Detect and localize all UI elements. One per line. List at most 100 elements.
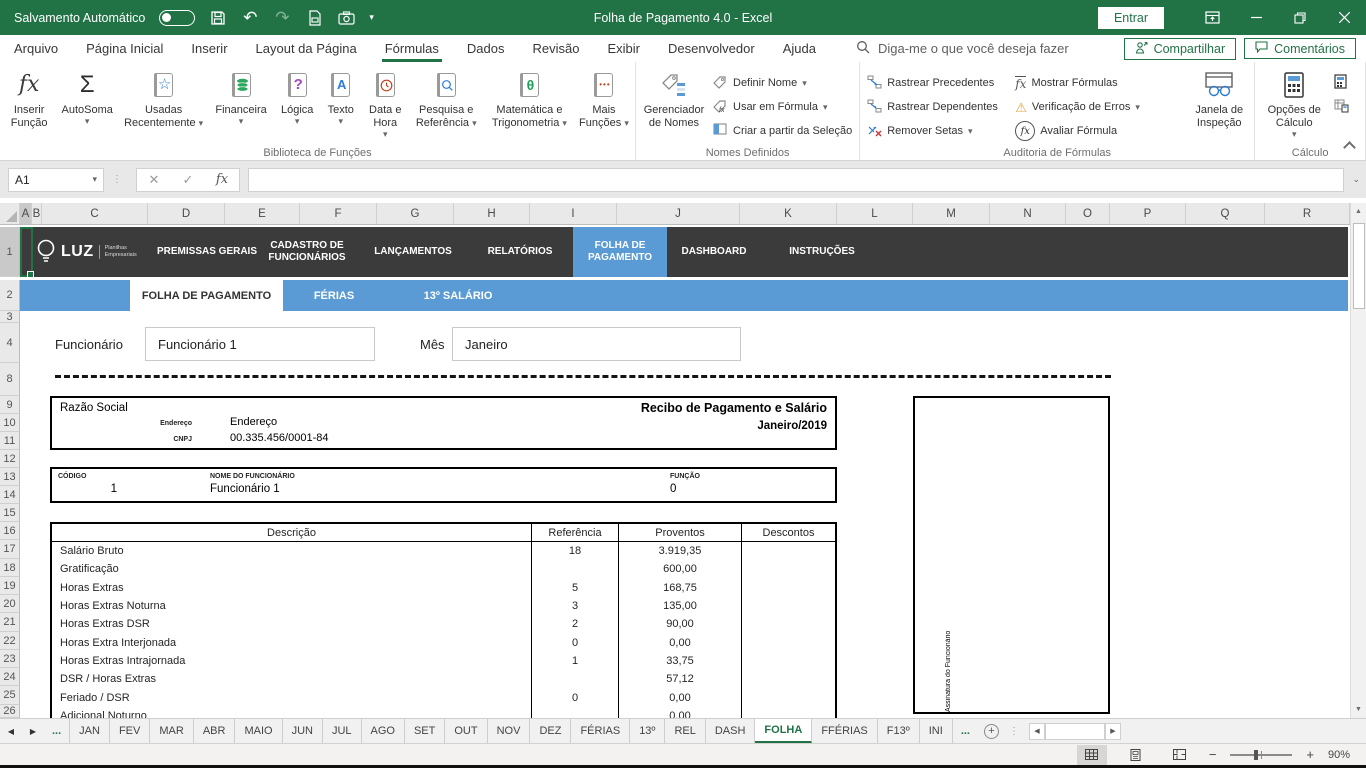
sheet-tab-set[interactable]: SET [405, 719, 445, 743]
use-in-formula-button[interactable]: fx Usar em Fórmula ▾ [709, 95, 856, 119]
col-header-R[interactable]: R [1265, 203, 1350, 224]
subtab-folha-de-pagamento[interactable]: FOLHA DE PAGAMENTO [130, 280, 283, 311]
error-checking-button[interactable]: ⚠ Verificação de Erros ▾ [1011, 95, 1187, 119]
row-header-12[interactable]: 12 [0, 450, 20, 468]
row-header-9[interactable]: 9 [0, 396, 20, 414]
sheet-prev-icon[interactable]: ◀ [0, 719, 22, 743]
financial-button[interactable]: Financeira ▾ [208, 65, 274, 144]
customize-toolbar-icon[interactable]: ▾ [369, 13, 374, 22]
row-header-26[interactable]: 26 [0, 705, 20, 718]
formula-input[interactable] [248, 168, 1344, 192]
sheet-tab-ago[interactable]: AGO [362, 719, 405, 743]
datetime-button[interactable]: Data e Hora ▾ [361, 65, 409, 144]
row-header-3[interactable]: 3 [0, 311, 20, 323]
zoom-slider[interactable] [1230, 754, 1292, 756]
tab-arquivo[interactable]: Arquivo [0, 35, 72, 62]
employee-select[interactable]: Funcionário 1 [145, 327, 375, 361]
col-header-B[interactable]: B [32, 203, 42, 224]
row-header-25[interactable]: 25 [0, 686, 20, 705]
col-header-K[interactable]: K [740, 203, 837, 224]
insert-function-fx-icon[interactable]: fx [205, 172, 239, 187]
calculation-options-button[interactable]: Opções de Cálculo ▾ [1258, 65, 1330, 144]
scroll-down-icon[interactable]: ▼ [1351, 701, 1366, 718]
print-preview-icon[interactable] [305, 9, 323, 27]
sheet-tab-rel[interactable]: REL [665, 719, 705, 743]
calculate-now-button[interactable] [1330, 71, 1353, 95]
close-icon[interactable] [1322, 0, 1366, 35]
sheet-tab-jun[interactable]: JUN [283, 719, 323, 743]
vertical-scrollbar[interactable]: ▲ ▼ [1350, 203, 1366, 718]
logical-button[interactable]: ? Lógica ▾ [274, 65, 320, 144]
recently-used-button[interactable]: ☆ Usadas Recentemente ▾ [119, 65, 208, 144]
sheet-tab-ferias[interactable]: FÉRIAS [571, 719, 630, 743]
sheet-tab-jan[interactable]: JAN [69, 719, 110, 743]
sheet-tab-out[interactable]: OUT [445, 719, 487, 743]
tab-layout[interactable]: Layout da Página [242, 35, 371, 62]
row-header-18[interactable]: 18 [0, 559, 20, 577]
sheet-tab-dash[interactable]: DASH [706, 719, 756, 743]
row-header-10[interactable]: 10 [0, 414, 20, 432]
create-from-selection-button[interactable]: Criar a partir da Seleção [709, 119, 856, 143]
sign-in-button[interactable]: Entrar [1098, 7, 1164, 29]
row-header-20[interactable]: 20 [0, 595, 20, 613]
col-header-O[interactable]: O [1066, 203, 1110, 224]
ribbon-display-options-icon[interactable] [1190, 0, 1234, 35]
calculate-sheet-button[interactable] [1330, 95, 1353, 119]
nav-instrucoes[interactable]: INSTRUÇÕES [764, 227, 880, 277]
define-name-button[interactable]: Definir Nome ▾ [709, 71, 856, 95]
col-header-F[interactable]: F [300, 203, 377, 224]
row-header-8[interactable]: 8 [0, 363, 20, 396]
zoom-in-icon[interactable]: + [1306, 747, 1314, 762]
tab-inserir[interactable]: Inserir [177, 35, 241, 62]
col-header-M[interactable]: M [913, 203, 990, 224]
nav-relatorios[interactable]: RELATÓRIOS [470, 227, 570, 277]
row-header-19[interactable]: 19 [0, 577, 20, 595]
sheet-tab-f13[interactable]: F13º [878, 719, 920, 743]
row-header-17[interactable]: 17 [0, 540, 20, 559]
col-header-G[interactable]: G [377, 203, 454, 224]
select-all-corner[interactable] [0, 203, 20, 224]
row-header-22[interactable]: 22 [0, 632, 20, 650]
zoom-level[interactable]: 90% [1328, 749, 1356, 761]
tab-formulas[interactable]: Fórmulas [371, 35, 453, 62]
col-header-E[interactable]: E [225, 203, 300, 224]
sheet-tab-abr[interactable]: ABR [194, 719, 236, 743]
row-header-23[interactable]: 23 [0, 650, 20, 668]
normal-view-icon[interactable] [1077, 745, 1107, 765]
more-functions-button[interactable]: ••• Mais Funções ▾ [576, 65, 632, 144]
page-layout-view-icon[interactable] [1121, 745, 1151, 765]
autosave-toggle[interactable] [159, 10, 195, 26]
hscroll-left-icon[interactable]: ◀ [1029, 723, 1045, 740]
month-select[interactable]: Janeiro [452, 327, 741, 361]
col-header-A[interactable]: A [20, 203, 32, 224]
tab-desenvolvedor[interactable]: Desenvolvedor [654, 35, 769, 62]
sheet-tab-fferias[interactable]: FFÉRIAS [812, 719, 877, 743]
row-header-16[interactable]: 16 [0, 522, 20, 540]
col-header-L[interactable]: L [837, 203, 913, 224]
new-sheet-icon[interactable]: + [984, 724, 999, 739]
col-header-N[interactable]: N [990, 203, 1066, 224]
tab-revisao[interactable]: Revisão [519, 35, 594, 62]
tell-me-search[interactable]: Diga-me o que você deseja fazer [856, 35, 1069, 62]
subtab-13-salario[interactable]: 13º SALÁRIO [385, 280, 531, 311]
row-header-1[interactable]: 1 [0, 227, 20, 277]
minimize-icon[interactable] [1234, 0, 1278, 35]
col-header-C[interactable]: C [42, 203, 148, 224]
trace-precedents-button[interactable]: Rastrear Precedentes [863, 71, 1011, 95]
more-sheets-left[interactable]: ... [44, 719, 69, 743]
horizontal-scrollbar[interactable]: ◀ ▶ [1029, 719, 1121, 743]
save-icon[interactable] [209, 9, 227, 27]
sheet-tab-folha[interactable]: FOLHA [755, 719, 812, 743]
nav-dashboard[interactable]: DASHBOARD [667, 227, 761, 277]
cancel-entry-icon[interactable]: ✕ [137, 172, 171, 188]
more-sheets-right[interactable]: ... [953, 719, 978, 743]
tab-ajuda[interactable]: Ajuda [769, 35, 830, 62]
row-header-2[interactable]: 2 [0, 280, 20, 311]
row-header-13[interactable]: 13 [0, 468, 20, 486]
nav-lancamentos[interactable]: LANÇAMENTOS [360, 227, 466, 277]
comments-button[interactable]: Comentários [1244, 38, 1356, 59]
row-header-21[interactable]: 21 [0, 613, 20, 632]
subtab-ferias[interactable]: FÉRIAS [283, 280, 385, 311]
undo-icon[interactable]: ↶ [241, 9, 259, 27]
sheet-tab-fev[interactable]: FEV [110, 719, 150, 743]
